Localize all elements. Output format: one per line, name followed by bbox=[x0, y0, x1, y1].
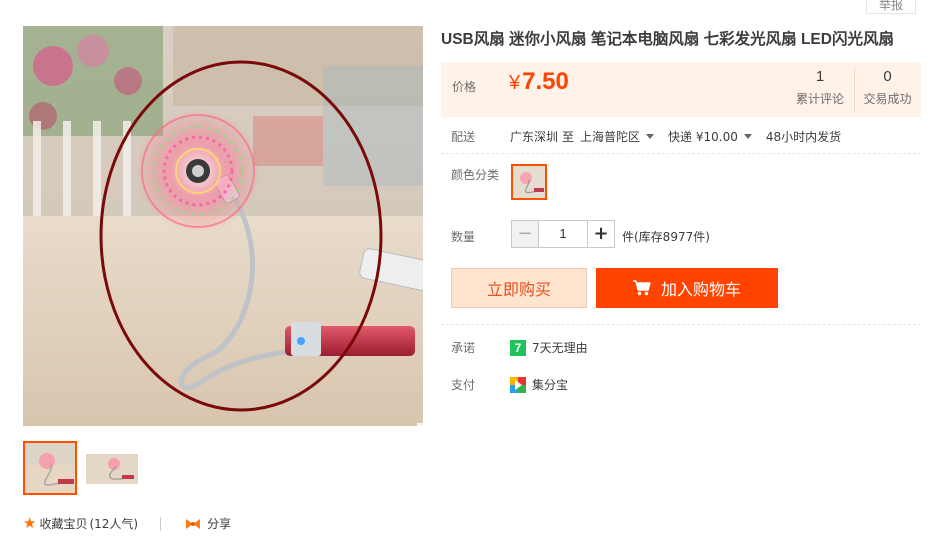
payment-label: 支付 bbox=[451, 378, 476, 392]
cart-icon bbox=[632, 280, 651, 296]
share-bow-icon bbox=[186, 518, 201, 529]
quantity-input[interactable]: 1 bbox=[539, 221, 587, 247]
share-label: 分享 bbox=[207, 517, 232, 531]
review-count: 1 bbox=[815, 68, 825, 85]
section-divider bbox=[441, 324, 921, 325]
chevron-down-icon bbox=[646, 134, 655, 139]
shipping-label: 配送 bbox=[451, 130, 476, 144]
price-label: 价格 bbox=[452, 80, 477, 94]
chevron-down-icon bbox=[743, 134, 752, 139]
report-link[interactable]: 举报 bbox=[866, 0, 916, 14]
favorite-label: 收藏宝贝 bbox=[39, 517, 88, 531]
destination-city: 上海普陀区 bbox=[580, 130, 641, 144]
payment-row: 支付 集分宝 bbox=[451, 376, 568, 393]
payment-text: 集分宝 bbox=[532, 378, 569, 392]
thumbnail-image bbox=[86, 442, 138, 494]
buy-now-button[interactable]: 立即购买 bbox=[451, 268, 587, 308]
shipping-row: 配送 广东深圳 至 上海普陀区 快递 ¥10.00 48小时内发货 bbox=[451, 128, 841, 145]
to-word: 至 bbox=[562, 130, 575, 144]
shipping-method: 快递 ¥10.00 bbox=[668, 130, 738, 144]
promise-row: 承诺 7 7天无理由 bbox=[451, 339, 588, 356]
add-to-cart-label: 加入购物车 bbox=[660, 280, 741, 299]
main-product-image[interactable] bbox=[23, 26, 423, 426]
dispatch-time: 48小时内发货 bbox=[765, 130, 842, 144]
color-option-row: 颜色分类 bbox=[451, 166, 510, 183]
quantity-stepper: − 1 + bbox=[511, 220, 615, 248]
shipping-origin: 广东深圳 至 上海普陀区 bbox=[510, 128, 655, 145]
thumbnail-2[interactable] bbox=[85, 441, 139, 495]
review-count-stat[interactable]: 1 累计评论 bbox=[787, 68, 853, 107]
currency-symbol: ¥ bbox=[509, 72, 521, 94]
quantity-decrease-button[interactable]: − bbox=[512, 221, 539, 247]
shipping-method-selector[interactable]: 快递 ¥10.00 bbox=[668, 128, 752, 145]
quantity-increase-button[interactable]: + bbox=[587, 221, 614, 247]
sales-count-label: 交易成功 bbox=[863, 92, 912, 106]
section-divider bbox=[441, 153, 921, 154]
share-button[interactable]: 分享 bbox=[185, 515, 231, 532]
gallery-actions: ★ 收藏宝贝 (12人气) 分享 bbox=[23, 515, 231, 532]
zoom-button[interactable] bbox=[417, 423, 423, 426]
promise-text[interactable]: 7天无理由 bbox=[532, 339, 588, 356]
review-count-label: 累计评论 bbox=[795, 92, 844, 106]
thumbnail-1[interactable] bbox=[23, 441, 77, 495]
swatch-image bbox=[513, 166, 545, 198]
add-to-cart-button[interactable]: 加入购物车 bbox=[596, 268, 778, 308]
price-value: ¥7.50 bbox=[509, 68, 569, 96]
stock-info: 件(库存8977件) bbox=[622, 230, 710, 244]
price-panel: 价格 ¥7.50 1 累计评论 0 交易成功 bbox=[441, 62, 921, 117]
product-photo bbox=[23, 26, 423, 426]
popularity-count: (12人气) bbox=[89, 517, 139, 531]
seven-day-return-icon: 7 bbox=[510, 339, 526, 356]
color-label: 颜色分类 bbox=[451, 168, 500, 182]
price-amount: 7.50 bbox=[522, 68, 569, 95]
quantity-row: 数量 bbox=[451, 228, 510, 245]
color-swatch-selected[interactable] bbox=[511, 164, 547, 200]
star-icon: ★ bbox=[23, 514, 37, 532]
divider bbox=[160, 516, 162, 531]
jifenbao-icon bbox=[510, 376, 526, 393]
destination-selector[interactable]: 上海普陀区 bbox=[580, 128, 655, 145]
quantity-label: 数量 bbox=[451, 230, 476, 244]
promise-label: 承诺 bbox=[451, 341, 476, 355]
thumbnail-image bbox=[25, 443, 75, 493]
sales-count-stat: 0 交易成功 bbox=[854, 68, 920, 112]
product-title: USB风扇 迷你小风扇 笔记本电脑风扇 七彩发光风扇 LED闪光风扇 bbox=[441, 31, 894, 48]
sales-count: 0 bbox=[883, 68, 892, 85]
origin-city: 广东深圳 bbox=[510, 130, 559, 144]
favorite-button[interactable]: ★ 收藏宝贝 (12人气) bbox=[23, 515, 138, 532]
